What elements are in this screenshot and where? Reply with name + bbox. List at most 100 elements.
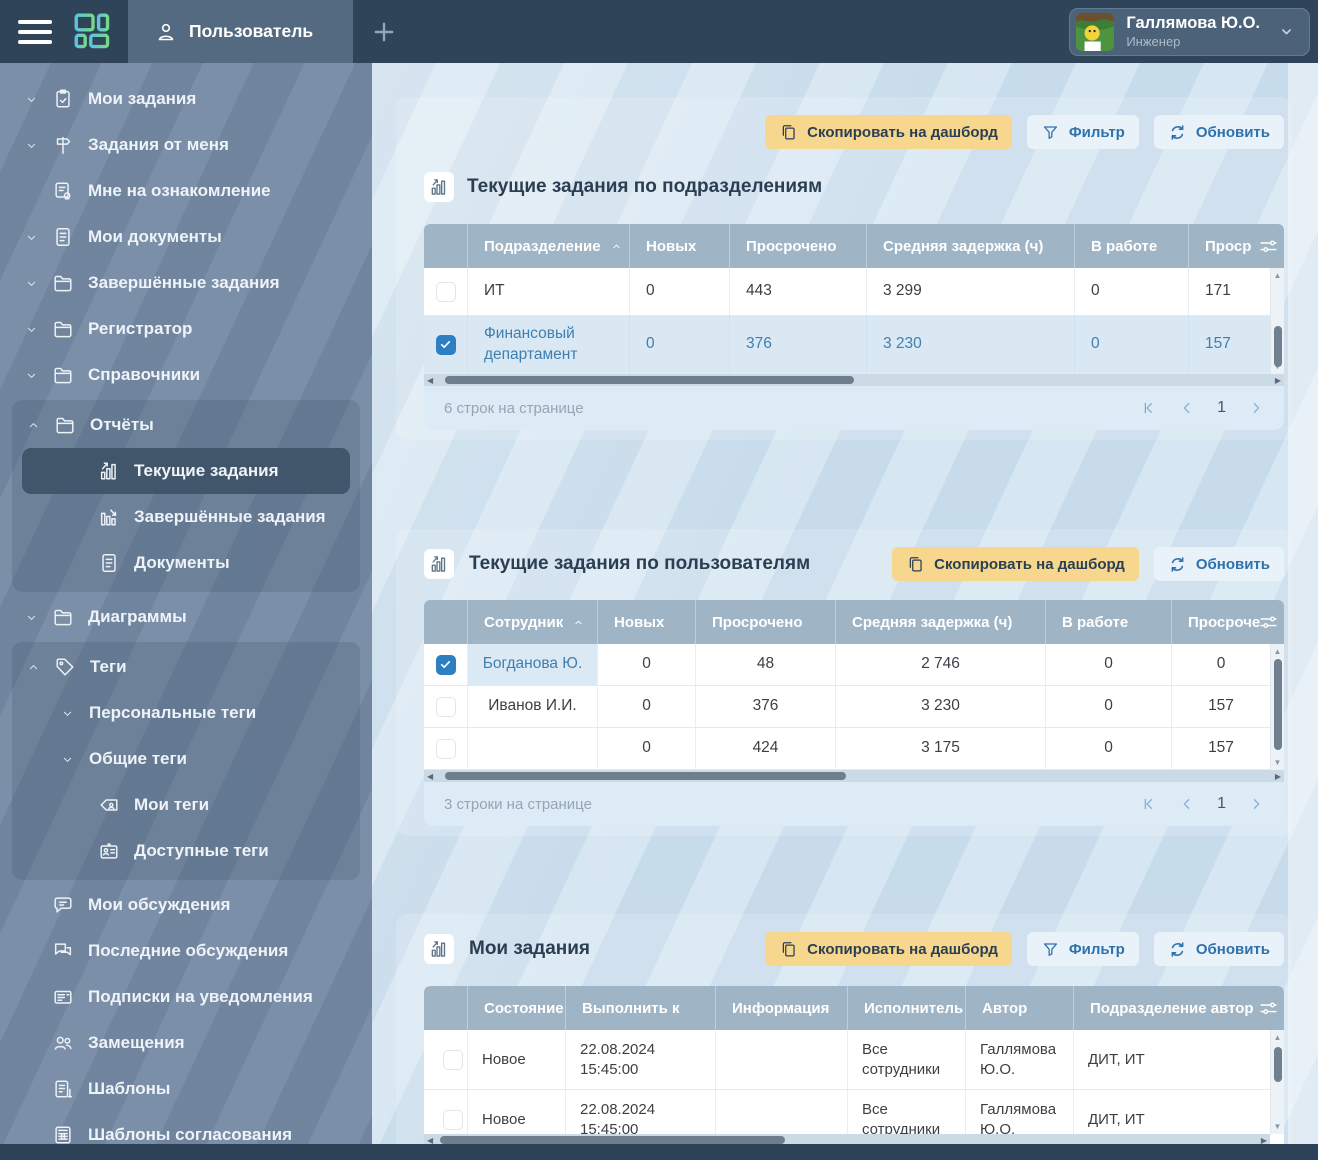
row-checkbox[interactable] xyxy=(436,282,456,302)
sidebar-item-notification-subscriptions[interactable]: Подписки на уведомления xyxy=(0,974,372,1020)
horizontal-scrollbar[interactable]: ◀ ▶ xyxy=(424,1134,1270,1144)
column-header-avg-delay[interactable]: Средняя задержка (ч) xyxy=(836,600,1046,644)
column-header-overdue[interactable]: Просрочено xyxy=(730,224,867,268)
scroll-left-arrow[interactable]: ◀ xyxy=(427,1136,433,1145)
column-header-new[interactable]: Новых xyxy=(630,224,730,268)
column-header-overdue-in-progress[interactable]: Просроче xyxy=(1172,600,1284,644)
sidebar-item-directories[interactable]: Справочники xyxy=(0,352,372,398)
column-header-in-progress[interactable]: В работе xyxy=(1075,224,1189,268)
sidebar-item-shared-tags[interactable]: Общие теги xyxy=(12,736,360,782)
column-settings-icon[interactable] xyxy=(1258,236,1279,257)
column-settings-icon[interactable] xyxy=(1258,998,1279,1019)
sidebar-item-tags[interactable]: Теги xyxy=(12,644,360,690)
hamburger-menu-button[interactable] xyxy=(18,20,52,44)
user-menu[interactable]: Галлямова Ю.О. Инженер xyxy=(1069,8,1310,56)
column-header-info[interactable]: Информация xyxy=(716,986,848,1030)
column-header-state[interactable]: Состояние xyxy=(468,986,566,1030)
scroll-down-arrow[interactable]: ▼ xyxy=(1274,758,1282,767)
sidebar-item-my-discussions[interactable]: Мои обсуждения xyxy=(0,882,372,928)
scroll-thumb[interactable] xyxy=(445,376,854,384)
copy-to-dashboard-button[interactable]: Скопировать на дашборд xyxy=(765,932,1012,966)
column-header-avg-delay[interactable]: Средняя задержка (ч) xyxy=(867,224,1075,268)
scroll-up-arrow[interactable]: ▲ xyxy=(1274,647,1282,656)
scroll-thumb[interactable] xyxy=(1274,1047,1282,1082)
scroll-right-arrow[interactable]: ▶ xyxy=(1261,1136,1267,1145)
vertical-scrollbar[interactable]: ▲ ▼ xyxy=(1270,268,1284,374)
next-page-button[interactable] xyxy=(1248,400,1264,416)
sidebar-item-completed-tasks-report[interactable]: Завершённые задания xyxy=(12,494,360,540)
row-checkbox-checked[interactable] xyxy=(436,335,456,355)
prev-page-button[interactable] xyxy=(1179,796,1195,812)
vertical-scrollbar[interactable]: ▲ ▼ xyxy=(1270,1030,1284,1134)
horizontal-scrollbar[interactable]: ◀ ▶ xyxy=(424,374,1284,386)
sidebar-item-current-tasks-report[interactable]: Текущие задания xyxy=(22,448,350,494)
scroll-left-arrow[interactable]: ◀ xyxy=(427,772,433,781)
copy-to-dashboard-button[interactable]: Скопировать на дашборд xyxy=(765,115,1012,149)
column-header-due[interactable]: Выполнить к xyxy=(566,986,716,1030)
column-header-author[interactable]: Автор xyxy=(966,986,1074,1030)
sidebar-item-my-tags[interactable]: Мои теги xyxy=(12,782,360,828)
sidebar-item-templates[interactable]: Шаблоны xyxy=(0,1066,372,1112)
column-header-new[interactable]: Новых xyxy=(598,600,696,644)
table-row-selected[interactable]: Богданова Ю. 0 48 2 746 0 0 xyxy=(424,644,1284,686)
horizontal-scrollbar[interactable]: ◀ ▶ xyxy=(424,770,1284,782)
column-header-department[interactable]: Подразделение xyxy=(468,224,630,268)
sidebar-item-my-tasks[interactable]: Мои задания xyxy=(0,76,372,122)
column-header-in-progress[interactable]: В работе xyxy=(1046,600,1172,644)
refresh-button[interactable]: Обновить xyxy=(1154,115,1284,149)
add-tab-icon[interactable] xyxy=(371,19,397,45)
column-header-assignee[interactable]: Исполнитель xyxy=(848,986,966,1030)
table-row[interactable]: 0 424 3 175 0 157 xyxy=(424,728,1284,770)
sidebar-item-recent-discussions[interactable]: Последние обсуждения xyxy=(0,928,372,974)
tab-user[interactable]: Пользователь xyxy=(128,0,353,63)
scroll-thumb[interactable] xyxy=(1274,659,1282,750)
table-footer: 3 строки на странице 1 xyxy=(424,782,1284,826)
row-checkbox[interactable] xyxy=(443,1050,463,1070)
row-checkbox[interactable] xyxy=(436,697,456,717)
scroll-right-arrow[interactable]: ▶ xyxy=(1275,772,1281,781)
first-page-button[interactable] xyxy=(1141,796,1157,812)
row-checkbox[interactable] xyxy=(443,1110,463,1130)
vertical-scrollbar[interactable]: ▲ ▼ xyxy=(1270,644,1284,770)
sidebar-item-completed-tasks[interactable]: Завершённые задания xyxy=(0,260,372,306)
sidebar-item-for-review[interactable]: Мне на ознакомление xyxy=(0,168,372,214)
table-row[interactable]: Новое 22.08.2024 15:45:00 Все сотрудники… xyxy=(424,1030,1284,1090)
first-page-button[interactable] xyxy=(1141,400,1157,416)
sidebar-item-my-documents[interactable]: Мои документы xyxy=(0,214,372,260)
refresh-button[interactable]: Обновить xyxy=(1154,547,1284,581)
copy-to-dashboard-button[interactable]: Скопировать на дашборд xyxy=(892,547,1139,581)
column-settings-icon[interactable] xyxy=(1258,612,1279,633)
sidebar-item-personal-tags[interactable]: Персональные теги xyxy=(12,690,360,736)
scroll-thumb[interactable] xyxy=(440,1136,785,1144)
prev-page-button[interactable] xyxy=(1179,400,1195,416)
sidebar-item-available-tags[interactable]: Доступные теги xyxy=(12,828,360,874)
sidebar-item-tasks-from-me[interactable]: Задания от меня xyxy=(0,122,372,168)
scroll-left-arrow[interactable]: ◀ xyxy=(427,376,433,385)
sidebar-item-approval-templates[interactable]: Шаблоны согласования xyxy=(0,1112,372,1144)
column-header-employee[interactable]: Сотрудник xyxy=(468,600,598,644)
table-row[interactable]: ИТ 0 443 3 299 0 171 xyxy=(424,268,1284,316)
table-row[interactable]: Иванов И.И. 0 376 3 230 0 157 xyxy=(424,686,1284,728)
sidebar-item-registrar[interactable]: Регистратор xyxy=(0,306,372,352)
refresh-button[interactable]: Обновить xyxy=(1154,932,1284,966)
dashboard-grid-icon[interactable] xyxy=(74,13,112,51)
sidebar-item-documents-report[interactable]: Документы xyxy=(12,540,360,586)
next-page-button[interactable] xyxy=(1248,796,1264,812)
row-checkbox[interactable] xyxy=(436,739,456,759)
filter-button[interactable]: Фильтр xyxy=(1027,115,1139,149)
scroll-thumb[interactable] xyxy=(1274,326,1282,366)
column-header-overdue[interactable]: Просрочено xyxy=(696,600,836,644)
table-row-selected[interactable]: Финансовый департамент 0 376 3 230 0 157 xyxy=(424,316,1284,374)
scroll-up-arrow[interactable]: ▲ xyxy=(1274,1033,1282,1042)
sidebar-item-diagrams[interactable]: Диаграммы xyxy=(0,594,372,640)
sidebar-item-substitutions[interactable]: Замещения xyxy=(0,1020,372,1066)
scroll-right-arrow[interactable]: ▶ xyxy=(1275,376,1281,385)
row-checkbox-checked[interactable] xyxy=(436,655,456,675)
scroll-down-arrow[interactable]: ▼ xyxy=(1274,1122,1282,1131)
sidebar-item-reports[interactable]: Отчёты xyxy=(12,402,360,448)
scroll-thumb[interactable] xyxy=(445,772,846,780)
scroll-up-arrow[interactable]: ▲ xyxy=(1274,271,1282,280)
column-header-overdue-in-progress[interactable]: Проср xyxy=(1189,224,1284,268)
column-header-author-department[interactable]: Подразделение автор xyxy=(1074,986,1284,1030)
filter-button[interactable]: Фильтр xyxy=(1027,932,1139,966)
